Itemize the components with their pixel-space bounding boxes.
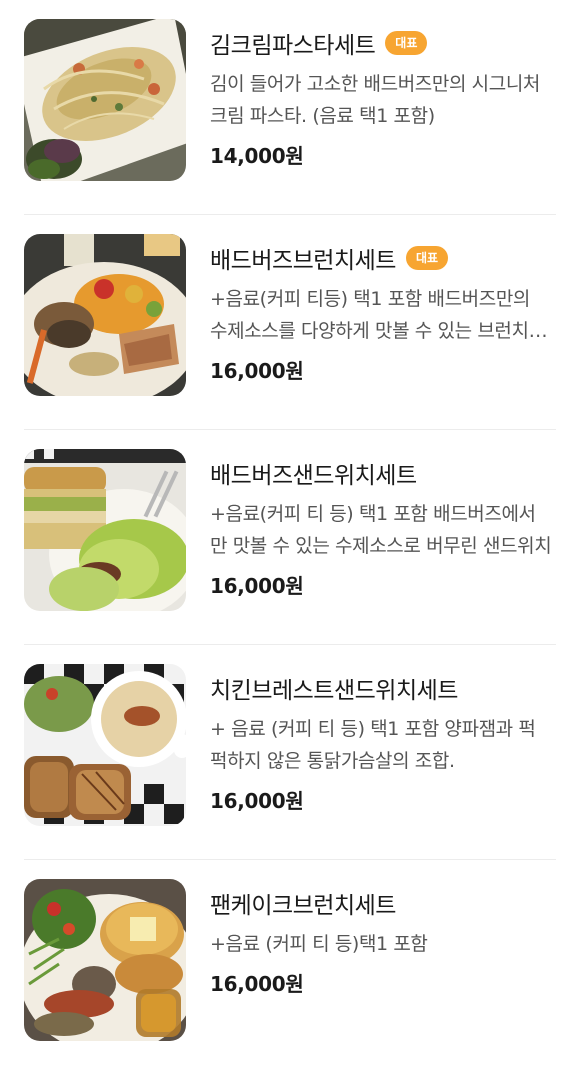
menu-item-title: 치킨브레스트샌드위치세트 (210, 678, 458, 704)
brunch-plate-photo-graphic (24, 234, 186, 396)
title-row: 김크림파스타세트 대표 (210, 22, 556, 64)
title-row: 팬케이크브런치세트 (210, 882, 556, 924)
menu-item-price: 16,000원 (210, 359, 304, 383)
menu-item[interactable]: 팬케이크브런치세트 +음료 (커피 티 등)택1 포함 16,000원 (0, 860, 580, 1075)
menu-list: 김크림파스타세트 대표 김이 들어가 고소한 배드버즈만의 시그니처 크림 파스… (0, 0, 580, 1051)
sandwich-photo-graphic (24, 449, 186, 611)
menu-item-price: 16,000원 (210, 789, 304, 813)
pancake-brunch-photo-graphic (24, 879, 186, 1041)
menu-item-title: 배드버즈샌드위치세트 (210, 463, 417, 489)
menu-item[interactable]: 배드버즈샌드위치세트 +음료(커피 티 등) 택1 포함 배드버즈에서만 맛볼 … (0, 430, 580, 645)
menu-item-info: 치킨브레스트샌드위치세트 + 음료 (커피 티 등) 택1 포함 양파잼과 퍽퍽… (210, 667, 556, 814)
menu-item-info: 김크림파스타세트 대표 김이 들어가 고소한 배드버즈만의 시그니처 크림 파스… (210, 22, 556, 169)
pancake-brunch-photo[interactable] (24, 879, 186, 1041)
menu-item[interactable]: 치킨브레스트샌드위치세트 + 음료 (커피 티 등) 택1 포함 양파잼과 퍽퍽… (0, 645, 580, 860)
pasta-photo[interactable] (24, 19, 186, 181)
menu-item-title: 배드버즈브런치세트 (210, 248, 396, 274)
menu-item-title: 팬케이크브런치세트 (210, 893, 396, 919)
menu-item[interactable]: 김크림파스타세트 대표 김이 들어가 고소한 배드버즈만의 시그니처 크림 파스… (0, 0, 580, 215)
signature-badge: 대표 (405, 246, 449, 270)
menu-item-description: 김이 들어가 고소한 배드버즈만의 시그니처 크림 파스타. (음료 택1 포함… (210, 73, 540, 127)
sandwich-photo[interactable] (24, 449, 186, 611)
menu-item-info: 팬케이크브런치세트 +음료 (커피 티 등)택1 포함 16,000원 (210, 882, 556, 997)
menu-item-title: 김크림파스타세트 (210, 33, 376, 59)
title-row: 배드버즈브런치세트 대표 (210, 237, 556, 279)
menu-item[interactable]: 배드버즈브런치세트 대표 +음료(커피 티등) 택1 포함 배드버즈만의 수제소… (0, 215, 580, 430)
brunch-plate-photo[interactable] (24, 234, 186, 396)
menu-item-description: + 음료 (커피 티 등) 택1 포함 양파잼과 퍽퍽하지 않은 통닭가슴살의 … (210, 718, 536, 772)
menu-item-price: 16,000원 (210, 574, 304, 598)
menu-item-price: 16,000원 (210, 972, 304, 996)
menu-item-description: +음료 (커피 티 등)택1 포함 (210, 933, 428, 955)
pasta-photo-graphic (24, 19, 186, 181)
menu-item-price: 14,000원 (210, 144, 304, 168)
menu-item-info: 배드버즈브런치세트 대표 +음료(커피 티등) 택1 포함 배드버즈만의 수제소… (210, 237, 556, 384)
menu-item-info: 배드버즈샌드위치세트 +음료(커피 티 등) 택1 포함 배드버즈에서만 맛볼 … (210, 452, 556, 599)
chicken-sandwich-soup-photo[interactable] (24, 664, 186, 826)
signature-badge: 대표 (385, 31, 428, 55)
chicken-sandwich-soup-photo-graphic (24, 664, 186, 826)
menu-item-description: +음료(커피 티등) 택1 포함 배드버즈만의 수제소스를 다양하게 맛볼 수 … (210, 288, 552, 342)
title-row: 치킨브레스트샌드위치세트 (210, 667, 556, 709)
title-row: 배드버즈샌드위치세트 (210, 452, 556, 494)
menu-item-description: +음료(커피 티 등) 택1 포함 배드버즈에서만 맛볼 수 있는 수제소스로 … (210, 503, 552, 557)
